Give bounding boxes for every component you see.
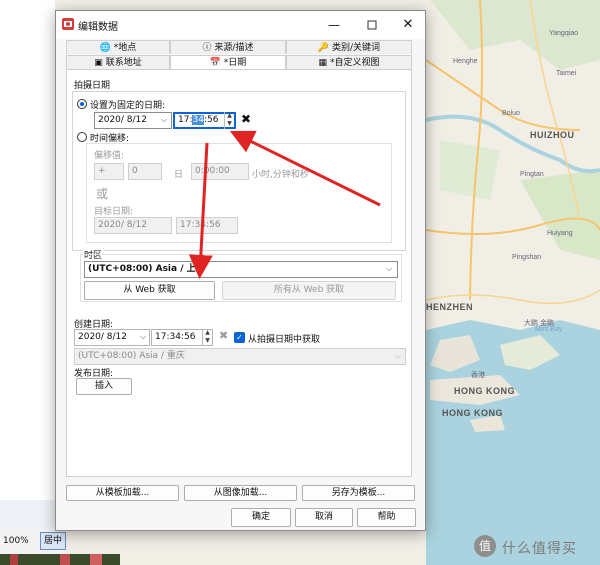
map-label-mirs-bay: Mirs Bay xyxy=(535,326,563,333)
target-date-value: 2020/ 8/12 xyxy=(98,220,148,230)
ok-button[interactable]: 确定 xyxy=(231,508,291,527)
minimize-icon[interactable]: — xyxy=(324,15,344,35)
fixed-date-label: 设置为固定的日期: xyxy=(90,101,166,111)
title-bar[interactable]: 编辑数据 — ✕ xyxy=(56,11,425,39)
map-label-hong-kong-cn: 香港 xyxy=(471,372,485,379)
cancel-button[interactable]: 取消 xyxy=(295,508,353,527)
created-clear-icon[interactable]: ✖ xyxy=(219,329,228,342)
timezone-select[interactable]: (UTC+08:00) Asia / 上海 xyxy=(84,261,398,278)
offset-value-label: 偏移值: xyxy=(94,151,125,161)
time-minutes-selected: 34 xyxy=(192,115,204,125)
get-from-web-button[interactable]: 从 Web 获取 xyxy=(84,281,215,300)
tab-date[interactable]: 📅 *日期 xyxy=(170,55,286,69)
grid-icon: ▦ xyxy=(318,58,328,68)
watermark-text: 什么值得买 xyxy=(502,541,577,557)
tab-source-label: 来源/描述 xyxy=(214,43,254,53)
app-icon xyxy=(62,18,74,30)
offset-days-field[interactable]: 0 xyxy=(128,163,162,180)
offset-radio[interactable] xyxy=(77,132,87,142)
load-template-button[interactable]: 从模板加载... xyxy=(66,485,179,501)
created-timezone-chevron-icon[interactable]: ⌵ xyxy=(395,351,401,361)
capture-date-value: 2020/ 8/12 xyxy=(98,115,148,125)
map-label-shenzhen: HENZHEN xyxy=(426,302,474,312)
fixed-date-radio[interactable] xyxy=(77,99,87,109)
timezone-chevron-icon[interactable]: ⌵ xyxy=(386,264,392,274)
capture-section-label: 拍摄日期 xyxy=(74,81,111,91)
map-label-taimei: Taimei xyxy=(556,70,577,77)
from-capture-label: 从拍摄日期中获取 xyxy=(248,335,321,345)
created-timezone-select[interactable]: (UTC+08:00) Asia / 重庆 xyxy=(74,348,406,365)
created-time-spinner[interactable]: ▲ ▼ xyxy=(202,329,212,346)
target-date-field[interactable]: 2020/ 8/12 xyxy=(94,217,172,234)
save-template-button[interactable]: 另存为模板... xyxy=(302,485,415,501)
watermark-badge-icon: 值 xyxy=(474,535,496,557)
card-icon: ▣ xyxy=(94,58,103,68)
load-image-button[interactable]: 从图像加载... xyxy=(184,485,297,501)
tab-category[interactable]: 🔑 类别/关键词 xyxy=(286,40,412,54)
offset-days-value: 0 xyxy=(132,166,138,176)
created-date-field[interactable]: 2020/ 8/12 xyxy=(74,329,150,346)
map-label-hong-kong: HONG KONG xyxy=(454,386,516,396)
map-label-henghe: Henghe xyxy=(453,58,478,65)
map-label-huiyang: Huiyang xyxy=(547,230,573,237)
map-label-huizhou: HUIZHOU xyxy=(530,130,575,140)
or-label: 或 xyxy=(96,187,109,201)
map-label-boluo: Boluo xyxy=(502,110,520,117)
tab-category-label: 类别/关键词 xyxy=(332,43,381,53)
globe-icon: 🌐 xyxy=(99,43,111,53)
tab-contact-label: 联系地址 xyxy=(105,58,142,68)
offset-time-field[interactable]: 0:00:00 xyxy=(191,163,249,180)
all-from-web-button[interactable]: 所有从 Web 获取 xyxy=(222,281,396,300)
key-icon: 🔑 xyxy=(317,43,330,53)
created-date-chevron-icon[interactable]: ⌵ xyxy=(140,332,146,342)
map-label-pingtan: Pingtan xyxy=(520,171,544,178)
tab-date-label: *日期 xyxy=(223,58,247,68)
offset-unit-label: 小时,分钟和秒 xyxy=(252,170,309,180)
maximize-icon[interactable] xyxy=(362,15,382,35)
help-button[interactable]: 帮助 xyxy=(357,508,416,527)
tab-custom-view-label: *自定义视图 xyxy=(329,58,380,68)
align-button[interactable]: 居中 xyxy=(40,532,66,550)
tab-custom-view[interactable]: ▦ *自定义视图 xyxy=(286,55,412,69)
timezone-value: (UTC+08:00) Asia / 上海 xyxy=(88,264,205,274)
zoom-level[interactable]: 100% xyxy=(0,530,40,552)
time-spinner[interactable]: ▲ ▼ xyxy=(224,112,234,129)
offset-time-value: 0:00:00 xyxy=(195,166,230,176)
clear-x-icon[interactable]: ✖ xyxy=(241,112,251,126)
tab-source[interactable]: ⓘ 来源/描述 xyxy=(170,40,286,54)
map-label-hong-kong-2: HONG KONG xyxy=(442,408,504,418)
chevron-down-icon[interactable]: ⌵ xyxy=(161,115,167,125)
time-hours: 17: xyxy=(178,115,193,125)
edit-data-dialog: 编辑数据 — ✕ 🌐 *地点 ⓘ 来源/描述 🔑 类别/关键词 ▣ 联系地址 📅… xyxy=(55,10,426,531)
days-label: 日 xyxy=(174,170,184,180)
target-time-field[interactable]: 17:34:56 xyxy=(176,217,238,234)
dialog-title: 编辑数据 xyxy=(78,22,118,33)
created-timezone-value: (UTC+08:00) Asia / 重庆 xyxy=(78,351,185,361)
target-date-label: 目标日期: xyxy=(94,207,134,217)
tab-location[interactable]: 🌐 *地点 xyxy=(66,40,170,54)
offset-sign-value: + xyxy=(98,166,106,176)
target-time-value: 17:34:56 xyxy=(180,220,221,230)
tab-contact[interactable]: ▣ 联系地址 xyxy=(66,55,170,69)
offset-sign-select[interactable]: + xyxy=(94,163,124,180)
time-seconds: :56 xyxy=(203,115,219,125)
map-label-pingshan: Pingshan xyxy=(512,254,542,261)
close-icon[interactable]: ✕ xyxy=(398,15,418,35)
map-label-yangqiao: Yangqiao xyxy=(549,30,579,37)
calendar-icon: 📅 xyxy=(209,58,221,68)
tab-location-label: *地点 xyxy=(113,43,137,53)
created-date-value: 2020/ 8/12 xyxy=(78,332,128,342)
insert-button[interactable]: 插入 xyxy=(76,378,132,395)
created-time-value: 17:34:56 xyxy=(155,332,196,342)
info-icon: ⓘ xyxy=(202,43,212,53)
from-capture-checkbox[interactable]: ✓ xyxy=(234,332,245,343)
